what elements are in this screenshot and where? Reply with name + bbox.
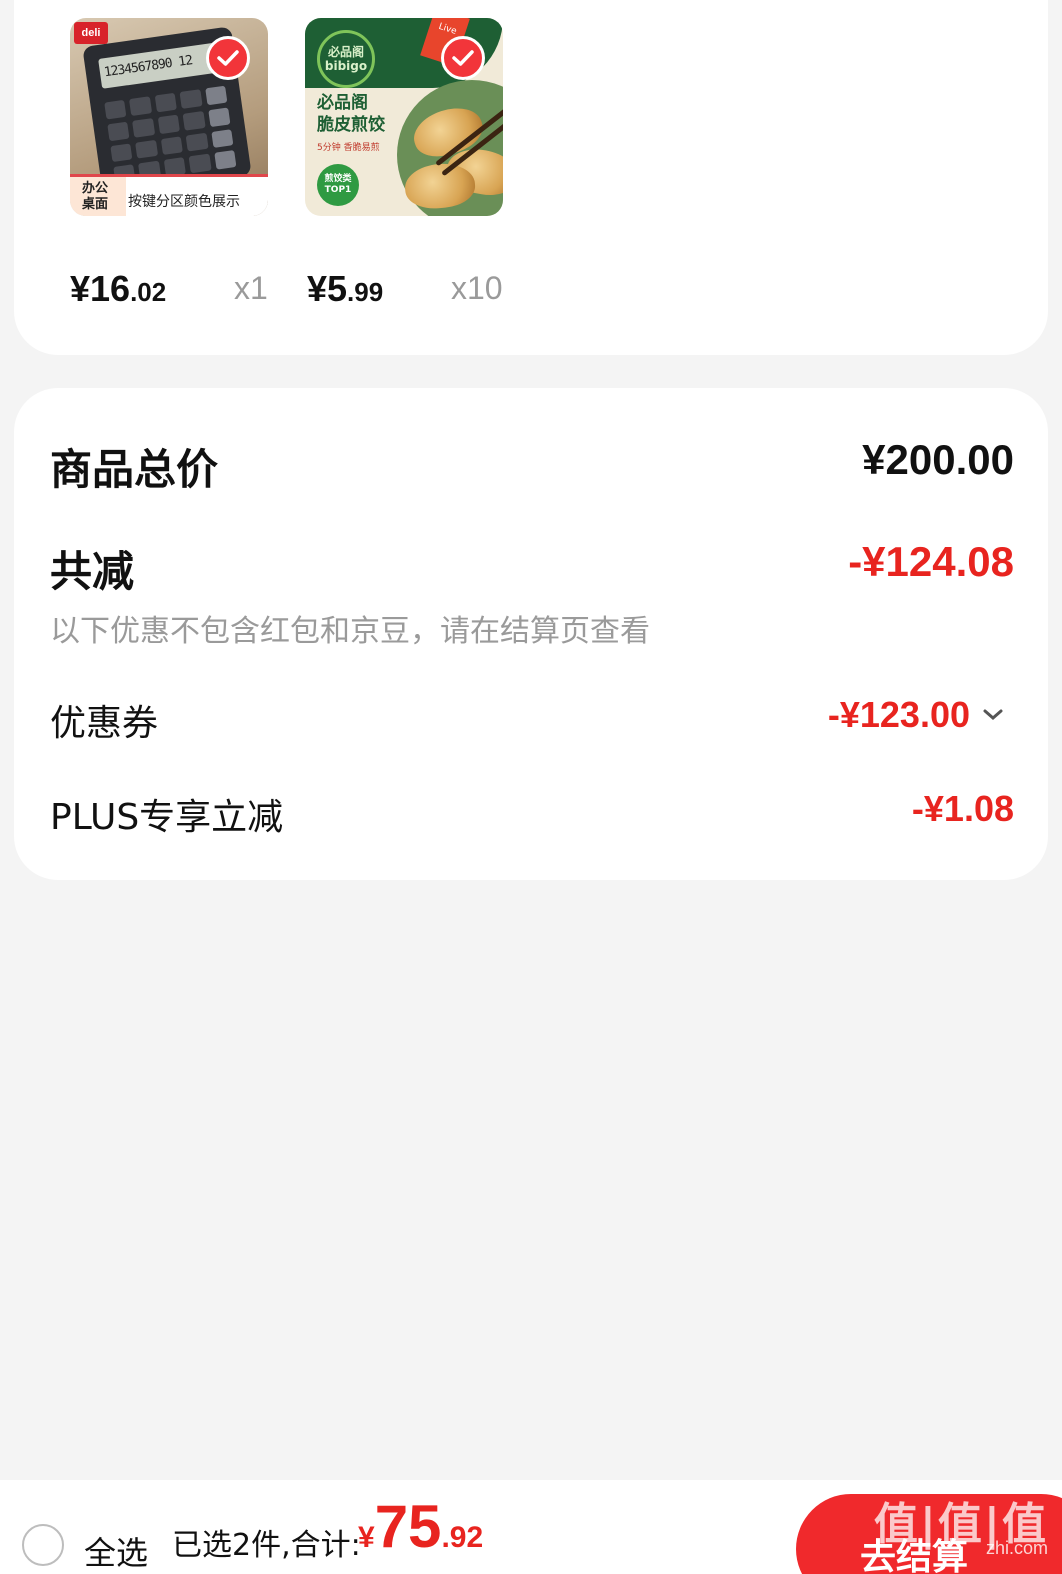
- chevron-down-icon[interactable]: [982, 708, 1004, 722]
- select-all-label[interactable]: 全选: [84, 1528, 148, 1574]
- product-quantity: x1: [234, 270, 268, 306]
- brand-logo: deli: [74, 22, 108, 44]
- total-price-label: 商品总价: [50, 445, 219, 494]
- select-all-checkbox[interactable]: [22, 1524, 64, 1566]
- total-discount-label: 共减: [50, 547, 135, 596]
- checkout-bar: 全选 已选2件,合计: ¥75.92 去结算 值|值|值 zhi.com: [0, 1480, 1062, 1574]
- banner-right-text: 按键分区颜色展示: [128, 194, 240, 210]
- product-banner: 办公 桌面 按键分区颜色展示: [70, 174, 268, 216]
- total-discount-value: -¥124.08: [848, 538, 1014, 585]
- product-thumbnail[interactable]: 必品阁 bibigo 必品阁 脆皮煎饺 5分钟 香脆易煎 煎饺类 TOP1 Li…: [305, 18, 503, 216]
- selected-check-icon[interactable]: [206, 36, 250, 80]
- brand-logo: 必品阁 bibigo: [317, 30, 375, 88]
- watermark-text: zhi.com: [985, 1538, 1048, 1558]
- product-price: ¥16.02: [70, 268, 167, 309]
- cart-total-price: ¥75.92: [358, 1493, 484, 1560]
- coupon-label[interactable]: 优惠券: [50, 694, 158, 746]
- coupon-value[interactable]: -¥123.00: [828, 694, 1004, 736]
- product-subtitle-text: 5分钟 香脆易煎: [317, 143, 380, 153]
- coupon-amount: -¥123.00: [827, 694, 970, 735]
- plus-discount-value: -¥1.08: [911, 788, 1014, 829]
- selected-products-card: 1234567890 12 deli 办公 桌面 按键分区颜色展示 ¥16.02…: [14, 0, 1048, 355]
- calculator-keys: [104, 85, 237, 184]
- discount-note: 以下优惠不包含红包和京豆，请在结算页查看: [50, 614, 650, 649]
- product-thumbnail[interactable]: 1234567890 12 deli 办公 桌面 按键分区颜色展示: [70, 18, 268, 216]
- cart-page: 1234567890 12 deli 办公 桌面 按键分区颜色展示 ¥16.02…: [0, 0, 1062, 1574]
- calculator-screen-text: 1234567890 12: [98, 42, 224, 89]
- price-summary-card: 商品总价 ¥200.00 共减 -¥124.08 以下优惠不包含红包和京豆，请在…: [14, 388, 1048, 880]
- product-title-text: 必品阁 脆皮煎饺: [317, 93, 385, 135]
- product-price: ¥5.99: [307, 268, 384, 309]
- award-badge: 煎饺类 TOP1: [317, 164, 359, 206]
- product-quantity: x10: [451, 270, 503, 306]
- selected-summary-text: 已选2件,合计:: [172, 1528, 361, 1563]
- selected-check-icon[interactable]: [441, 36, 485, 80]
- plus-discount-label: PLUS专享立减: [50, 797, 284, 838]
- total-price-value: ¥200.00: [862, 436, 1014, 483]
- banner-left-text: 办公 桌面: [70, 177, 126, 216]
